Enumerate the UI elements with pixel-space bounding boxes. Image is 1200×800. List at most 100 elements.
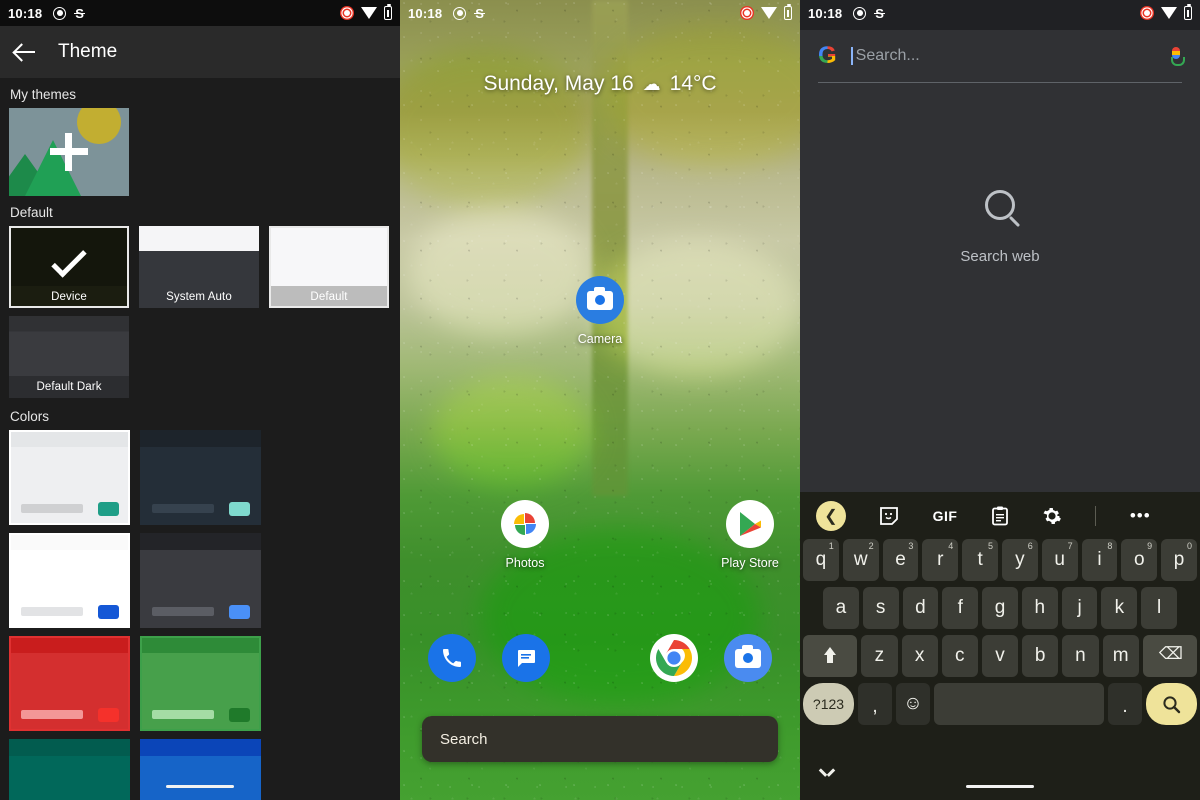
key-l[interactable]: l — [1141, 587, 1177, 629]
photos-icon — [501, 500, 549, 548]
page-title: Theme — [58, 41, 117, 63]
back-button[interactable] — [14, 41, 36, 63]
key-v[interactable]: v — [982, 635, 1018, 677]
battery-icon — [384, 6, 392, 20]
search-web-label: Search web — [960, 248, 1039, 265]
swatch-bar — [21, 504, 83, 513]
swatch-dark-gray-blue[interactable] — [140, 533, 261, 628]
key-m[interactable]: m — [1103, 635, 1139, 677]
app-play-store[interactable]: Play Store — [702, 500, 798, 570]
dock-phone-icon[interactable] — [428, 634, 476, 682]
theme-card-default-dark[interactable]: Default Dark — [9, 316, 129, 398]
dock-chrome-icon[interactable] — [650, 634, 698, 682]
key-y[interactable]: 6y — [1002, 539, 1038, 581]
key-label: i — [1097, 549, 1101, 571]
key-label: p — [1174, 549, 1185, 571]
search-keyboard-panel: 10:18 S G Search web ❮ — [800, 0, 1200, 800]
key-o[interactable]: 9o — [1121, 539, 1157, 581]
key-label: y — [1015, 549, 1025, 571]
key-w[interactable]: 2w — [843, 539, 879, 581]
key-s[interactable]: s — [863, 587, 899, 629]
key-label: e — [895, 549, 906, 571]
sticker-icon[interactable] — [879, 506, 899, 526]
swatch-teal-dark[interactable] — [9, 739, 130, 800]
key-i[interactable]: 8i — [1082, 539, 1118, 581]
key-a[interactable]: a — [823, 587, 859, 629]
key-c[interactable]: c — [942, 635, 978, 677]
home-search-bar[interactable]: Search — [422, 716, 778, 762]
microphone-icon[interactable] — [1170, 47, 1182, 66]
theme-card-label: Device — [9, 286, 129, 308]
key-x[interactable]: x — [902, 635, 938, 677]
search-input[interactable] — [851, 47, 1156, 65]
app-camera[interactable]: Camera — [552, 276, 648, 346]
swatch-body — [9, 756, 130, 800]
theme-preview — [269, 226, 389, 286]
key-d[interactable]: d — [903, 587, 939, 629]
status-left-icons: S — [53, 7, 84, 20]
key-q[interactable]: 1q — [803, 539, 839, 581]
overflow-menu-icon[interactable]: ••• — [1130, 506, 1151, 526]
space-key[interactable] — [934, 683, 1104, 725]
swatch-blue[interactable] — [140, 739, 261, 800]
home-screen-panel: 10:18 S Sunday, May 16 ☁ 14°C Camera — [400, 0, 800, 800]
keyboard-rows: 1q 2w 3e 4r 5t 6y 7u 8i 9o 0p a s d f g — [800, 539, 1200, 725]
app-photos[interactable]: Photos — [477, 500, 573, 570]
home-indicator — [966, 785, 1034, 788]
key-f[interactable]: f — [942, 587, 978, 629]
shift-key[interactable] — [803, 635, 857, 677]
swatch-green[interactable] — [140, 636, 261, 731]
key-h[interactable]: h — [1022, 587, 1058, 629]
swatch-header — [9, 533, 130, 550]
search-key-icon — [1162, 695, 1181, 714]
theme-card-system-auto[interactable]: System Auto — [139, 226, 259, 308]
swatch-white-blue[interactable] — [9, 533, 130, 628]
key-n[interactable]: n — [1062, 635, 1098, 677]
search-key[interactable] — [1146, 683, 1197, 725]
comma-key[interactable]: , — [858, 683, 892, 725]
date-weather-widget[interactable]: Sunday, May 16 ☁ 14°C — [400, 72, 800, 96]
settings-gear-icon[interactable] — [1042, 506, 1062, 526]
period-key[interactable]: . — [1108, 683, 1142, 725]
status-bar: 10:18 S — [0, 0, 400, 26]
key-e[interactable]: 3e — [883, 539, 919, 581]
status-time: 10:18 — [808, 6, 842, 21]
theme-card-default[interactable]: Default — [269, 226, 389, 308]
key-number: 6 — [1028, 541, 1033, 551]
dock-messages-icon[interactable] — [502, 634, 550, 682]
key-j[interactable]: j — [1062, 587, 1098, 629]
theme-card-device[interactable]: Device — [9, 226, 129, 308]
theme-card-label: Default Dark — [9, 376, 129, 398]
swatch-red[interactable] — [9, 636, 130, 731]
status-time: 10:18 — [8, 6, 42, 21]
key-g[interactable]: g — [982, 587, 1018, 629]
emoji-key[interactable]: ☺ — [896, 683, 930, 725]
key-u[interactable]: 7u — [1042, 539, 1078, 581]
key-p[interactable]: 0p — [1161, 539, 1197, 581]
key-t[interactable]: 5t — [962, 539, 998, 581]
home-search-label: Search — [440, 731, 488, 748]
app-label: Photos — [506, 556, 545, 570]
theme-settings-panel: 10:18 S Theme My themes Defaul — [0, 0, 400, 800]
key-number: 5 — [988, 541, 993, 551]
symbols-key[interactable]: ?123 — [803, 683, 854, 725]
chevron-down-icon[interactable] — [820, 768, 834, 777]
key-b[interactable]: b — [1022, 635, 1058, 677]
status-right-icons — [1140, 6, 1192, 20]
dock-camera-icon[interactable] — [724, 634, 772, 682]
swatch-bar — [21, 607, 83, 616]
clipboard-icon[interactable] — [991, 506, 1009, 526]
swatch-light-teal[interactable] — [9, 430, 130, 525]
back-chevron-icon[interactable]: ❮ — [816, 501, 846, 531]
key-z[interactable]: z — [861, 635, 897, 677]
add-theme-card[interactable] — [9, 108, 129, 196]
cloud-icon: ☁ — [643, 74, 661, 95]
key-k[interactable]: k — [1101, 587, 1137, 629]
swatch-dark-navy[interactable] — [140, 430, 261, 525]
key-label: r — [937, 549, 943, 571]
backspace-key[interactable] — [1143, 635, 1197, 677]
wifi-icon — [1161, 7, 1177, 19]
gif-button[interactable]: GIF — [933, 508, 958, 524]
keyboard: ❮ GIF ••• — [800, 492, 1200, 800]
key-r[interactable]: 4r — [922, 539, 958, 581]
